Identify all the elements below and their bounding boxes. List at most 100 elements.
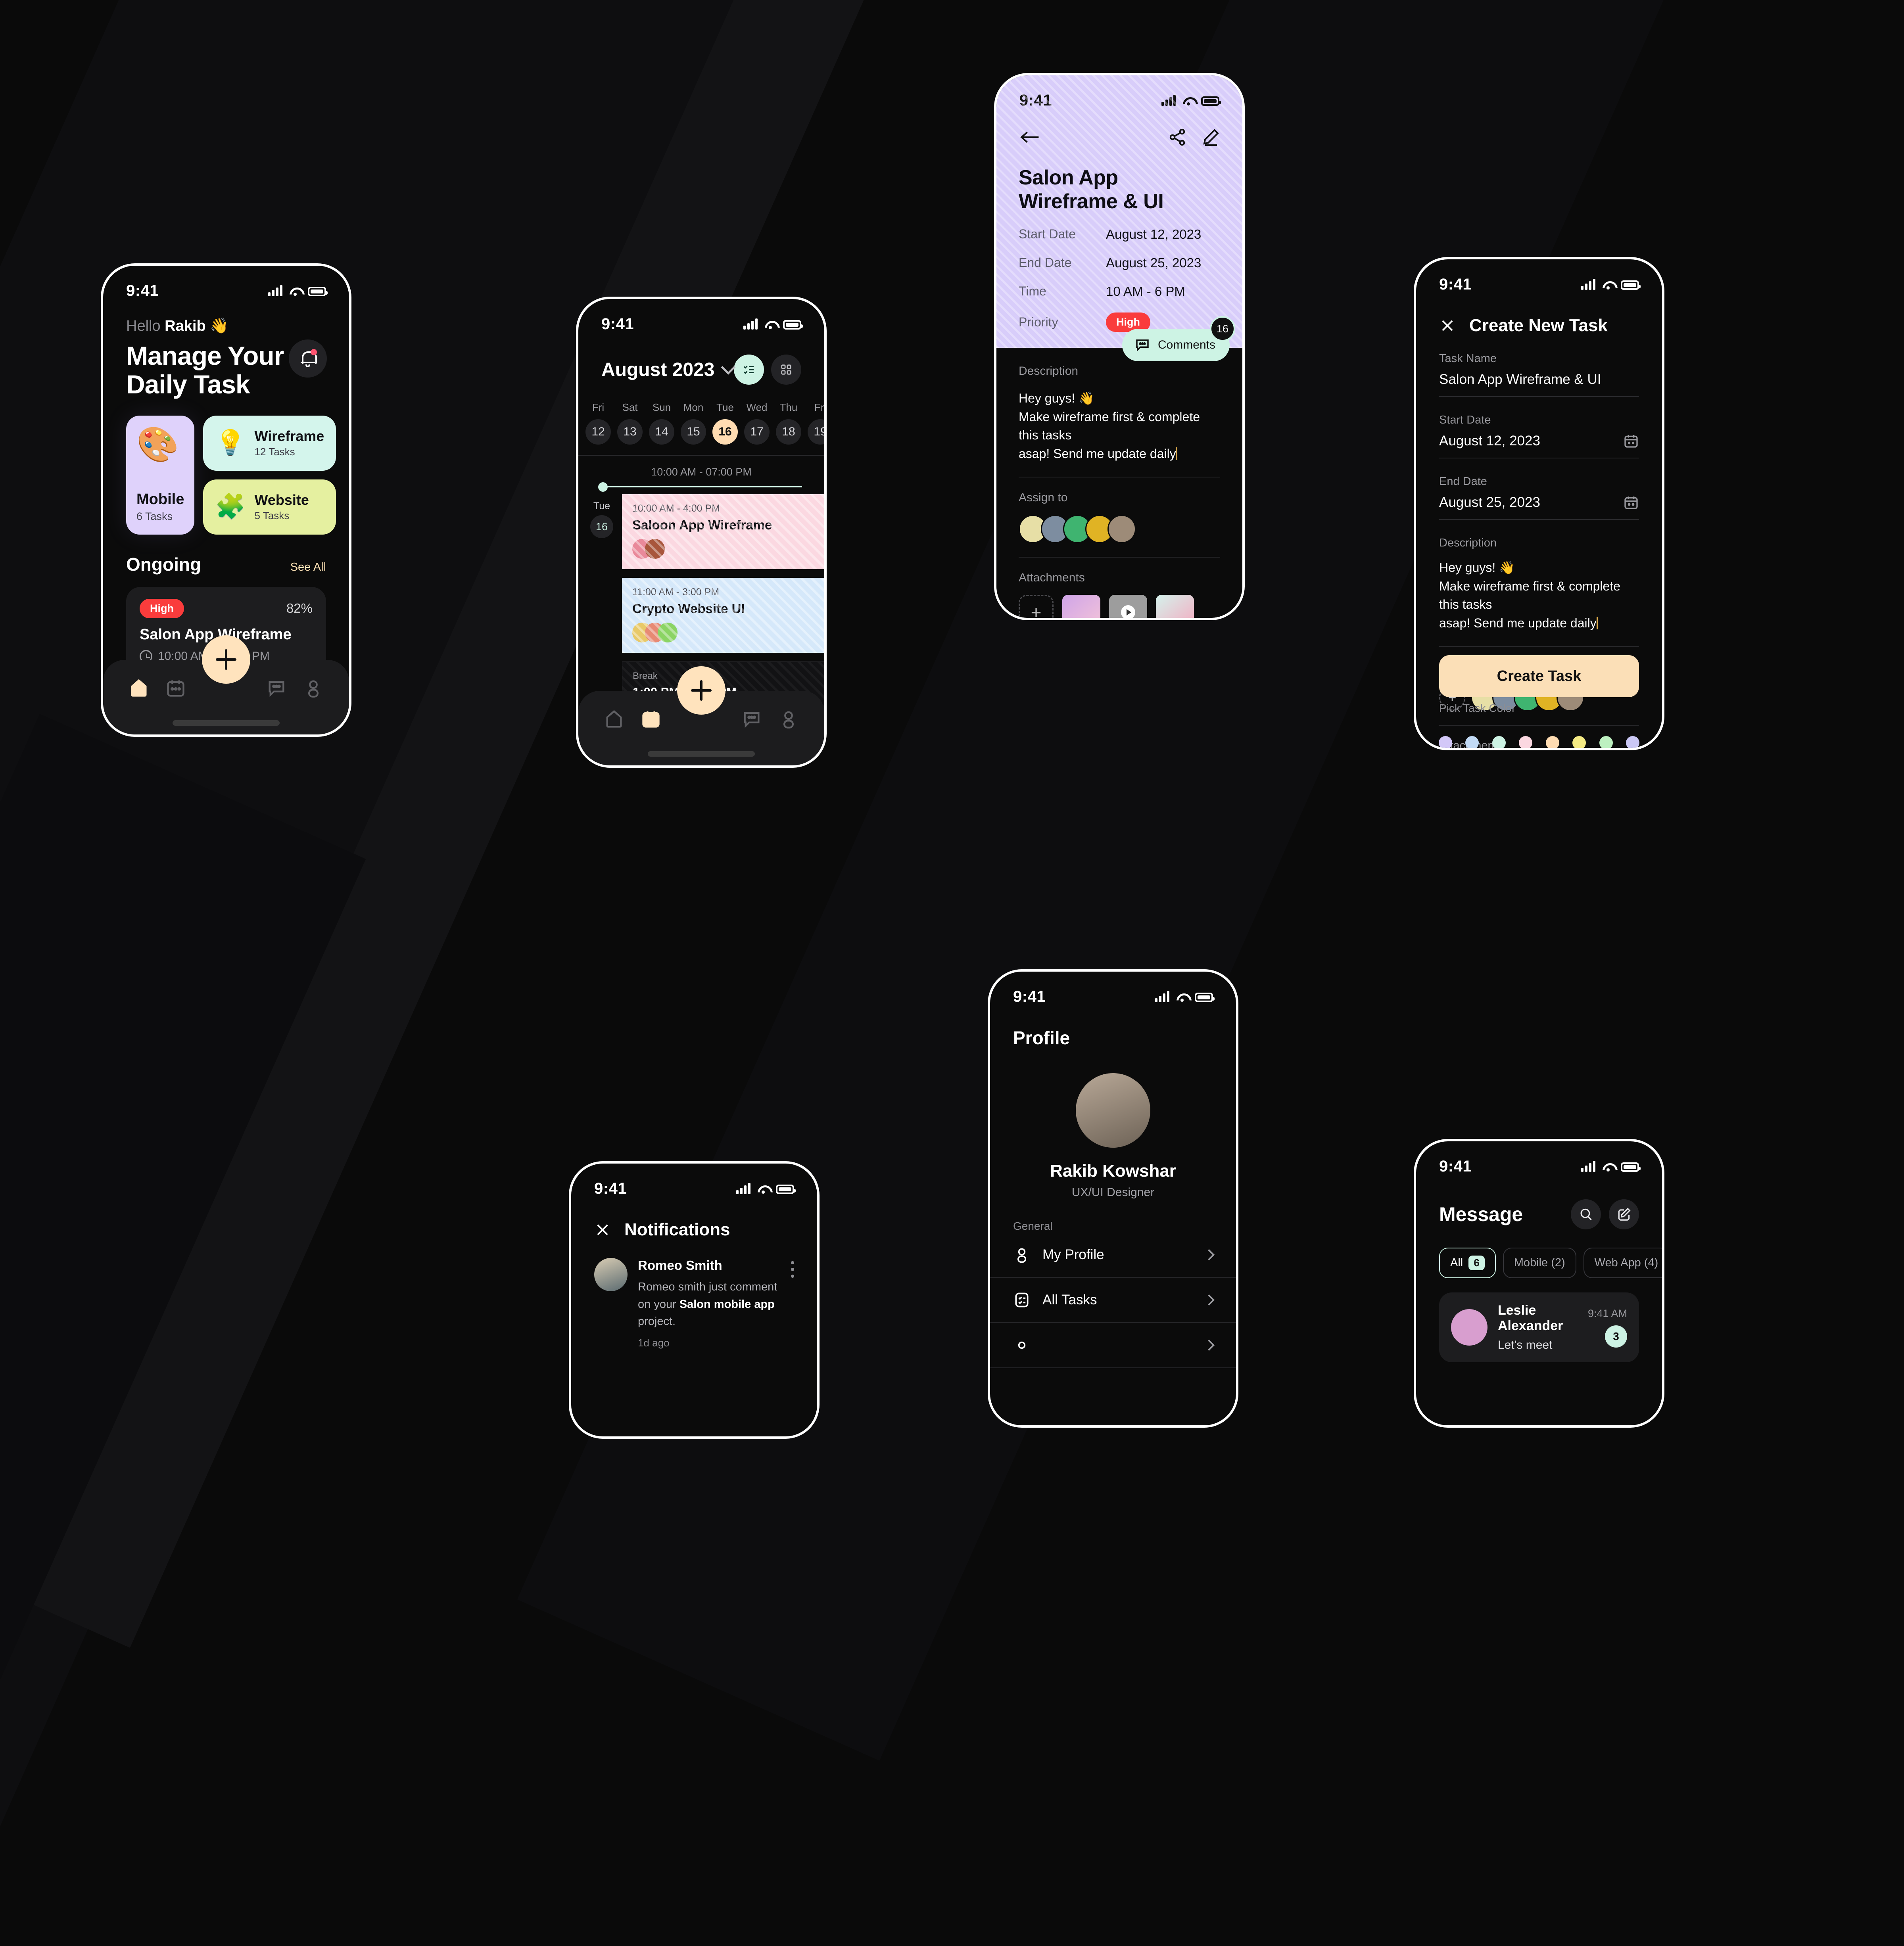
category-card-mobile[interactable]: 🎨 Mobile 6 Tasks: [126, 415, 195, 535]
greeting-name: Rakib: [165, 318, 206, 334]
edit-pencil-icon[interactable]: [1201, 128, 1220, 147]
grid-view-button[interactable]: [771, 355, 801, 385]
category-name: Website: [254, 492, 309, 508]
color-swatch-option[interactable]: [1519, 736, 1533, 748]
create-task-header: Create New Task: [1416, 297, 1662, 336]
comments-button[interactable]: Comments 16: [1122, 316, 1235, 361]
category-card-website[interactable]: 🧩 Website 5 Tasks: [203, 479, 336, 535]
compose-button[interactable]: [1609, 1199, 1639, 1229]
event-avatars: [632, 533, 814, 559]
color-swatch-option[interactable]: [1599, 736, 1613, 748]
calendar-day-cell[interactable]: Thu 18: [773, 401, 804, 445]
chat-icon[interactable]: [741, 709, 762, 729]
month-selector[interactable]: August 2023: [601, 359, 736, 381]
color-swatch-option[interactable]: [1492, 736, 1506, 748]
add-task-fab[interactable]: [677, 666, 726, 715]
day-number[interactable]: 12: [585, 419, 611, 445]
home-icon[interactable]: [129, 678, 149, 698]
task-name-input[interactable]: Salon App Wireframe & UI: [1439, 372, 1601, 387]
profile-item-partial[interactable]: [990, 1323, 1236, 1368]
calendar-day-cell[interactable]: Fri 19: [804, 401, 824, 445]
profile-item-all-tasks[interactable]: All Tasks: [990, 1278, 1236, 1323]
calendar-day-cell[interactable]: Tue 16: [709, 401, 741, 445]
description-field[interactable]: Description Hey guys! 👋 Make wireframe f…: [1416, 537, 1662, 647]
notification-text: Romeo smith just comment on your Salon m…: [638, 1279, 781, 1331]
filter-chip[interactable]: Web App (4): [1583, 1248, 1662, 1278]
end-date-field[interactable]: End Date August 25, 2023: [1416, 475, 1662, 520]
filter-chip[interactable]: Mobile (2): [1503, 1248, 1576, 1278]
assignee-list[interactable]: [1019, 514, 1220, 543]
calendar-day-cell[interactable]: Sat 13: [614, 401, 646, 445]
day-number[interactable]: 14: [649, 419, 674, 445]
phone-notifications-screen: 9:41 Notifications Romeo Smith Romeo smi…: [569, 1161, 820, 1439]
add-attachment-button[interactable]: +: [1019, 594, 1054, 618]
day-number[interactable]: 19: [808, 419, 824, 445]
description-input[interactable]: Hey guys! 👋 Make wireframe first & compl…: [1439, 558, 1639, 633]
close-icon[interactable]: [594, 1221, 611, 1238]
timeline-slider[interactable]: [598, 482, 802, 492]
day-number[interactable]: 17: [744, 419, 770, 445]
day-number[interactable]: 18: [776, 419, 801, 445]
attachment-video-thumb[interactable]: [1109, 594, 1147, 618]
chip-label: Mobile (2): [1514, 1256, 1565, 1269]
calendar-icon[interactable]: [1623, 433, 1639, 449]
color-swatch-option[interactable]: [1465, 736, 1479, 748]
message-filter-chips[interactable]: All6Mobile (2)Web App (4)Archive: [1416, 1248, 1662, 1278]
wifi-icon: [1602, 1162, 1614, 1172]
notification-item[interactable]: Romeo Smith Romeo smith just comment on …: [571, 1240, 817, 1349]
calendar-day-cell[interactable]: Mon 15: [678, 401, 709, 445]
profile-icon[interactable]: [778, 709, 799, 729]
calendar-icon[interactable]: [1623, 495, 1639, 510]
pick-color-label: Pick Task Color: [1439, 702, 1516, 714]
day-number[interactable]: 16: [712, 419, 738, 445]
task-name-field[interactable]: Task Name Salon App Wireframe & UI: [1416, 352, 1662, 397]
category-card-wireframe[interactable]: 💡 Wireframe 12 Tasks: [203, 415, 336, 471]
profile-icon[interactable]: [303, 678, 324, 698]
calendar-day-cell[interactable]: Sun 14: [646, 401, 678, 445]
see-all-link[interactable]: See All: [290, 561, 326, 574]
profile-name: Rakib Kowshar: [1050, 1161, 1176, 1181]
color-swatch-option[interactable]: [1626, 736, 1640, 748]
day-number[interactable]: 13: [617, 419, 643, 445]
close-icon[interactable]: [1439, 317, 1456, 334]
description-text[interactable]: Hey guys! 👋 Make wireframe first & compl…: [1019, 389, 1220, 463]
back-arrow-icon[interactable]: [1019, 128, 1040, 146]
page-title: Create New Task: [1469, 316, 1608, 335]
calendar-day-cell[interactable]: Wed 17: [741, 401, 773, 445]
add-task-fab[interactable]: [202, 635, 250, 684]
week-strip[interactable]: Fri 12 Sat 13 Sun 14 Mon 15 Tue 16 Wed 17 Thu 18 Fri 19…: [578, 401, 824, 445]
profile-item-my-profile[interactable]: My Profile: [990, 1233, 1236, 1278]
day-number[interactable]: 15: [681, 419, 706, 445]
more-options-icon[interactable]: [791, 1261, 794, 1349]
grid-view-icon: [781, 364, 791, 375]
home-icon[interactable]: [604, 709, 624, 729]
color-swatch-option[interactable]: [1545, 736, 1559, 748]
share-icon[interactable]: [1168, 128, 1187, 147]
status-time: 9:41: [126, 282, 159, 299]
avatar[interactable]: [1076, 1073, 1150, 1148]
category-name: Wireframe: [254, 428, 324, 445]
calendar-day-cell[interactable]: Fri 12: [582, 401, 614, 445]
list-view-button[interactable]: [734, 355, 764, 385]
notification-button[interactable]: [289, 339, 327, 378]
description-line-1: Hey guys! 👋: [1019, 391, 1095, 405]
calendar-icon[interactable]: [165, 678, 186, 698]
calendar-icon[interactable]: [641, 709, 661, 729]
calendar-event[interactable]: 10:00 AM - 4:00 PM Saloon App Wireframe: [622, 494, 824, 569]
filter-chip[interactable]: All 6: [1439, 1248, 1496, 1278]
message-thread[interactable]: Leslie Alexander Let's meet 9:41 AM 3: [1439, 1292, 1639, 1362]
profile-item-label: My Profile: [1042, 1247, 1104, 1262]
calendar-event[interactable]: 11:00 AM - 3:00 PM Crypto Website UI: [622, 578, 824, 653]
attachment-thumb[interactable]: [1156, 594, 1194, 618]
day-name: Sun: [652, 401, 671, 413]
color-swatch-option[interactable]: [1572, 736, 1586, 748]
start-date-input[interactable]: August 12, 2023: [1439, 433, 1540, 449]
color-swatch-option[interactable]: [1438, 736, 1452, 748]
chat-icon[interactable]: [266, 678, 287, 698]
end-date-input[interactable]: August 25, 2023: [1439, 495, 1540, 510]
start-date-field[interactable]: Start Date August 12, 2023: [1416, 414, 1662, 458]
color-picker-strip[interactable]: [1416, 736, 1662, 748]
create-task-button[interactable]: Create Task: [1439, 655, 1639, 697]
search-button[interactable]: [1571, 1199, 1601, 1229]
attachment-thumb[interactable]: [1062, 594, 1100, 618]
